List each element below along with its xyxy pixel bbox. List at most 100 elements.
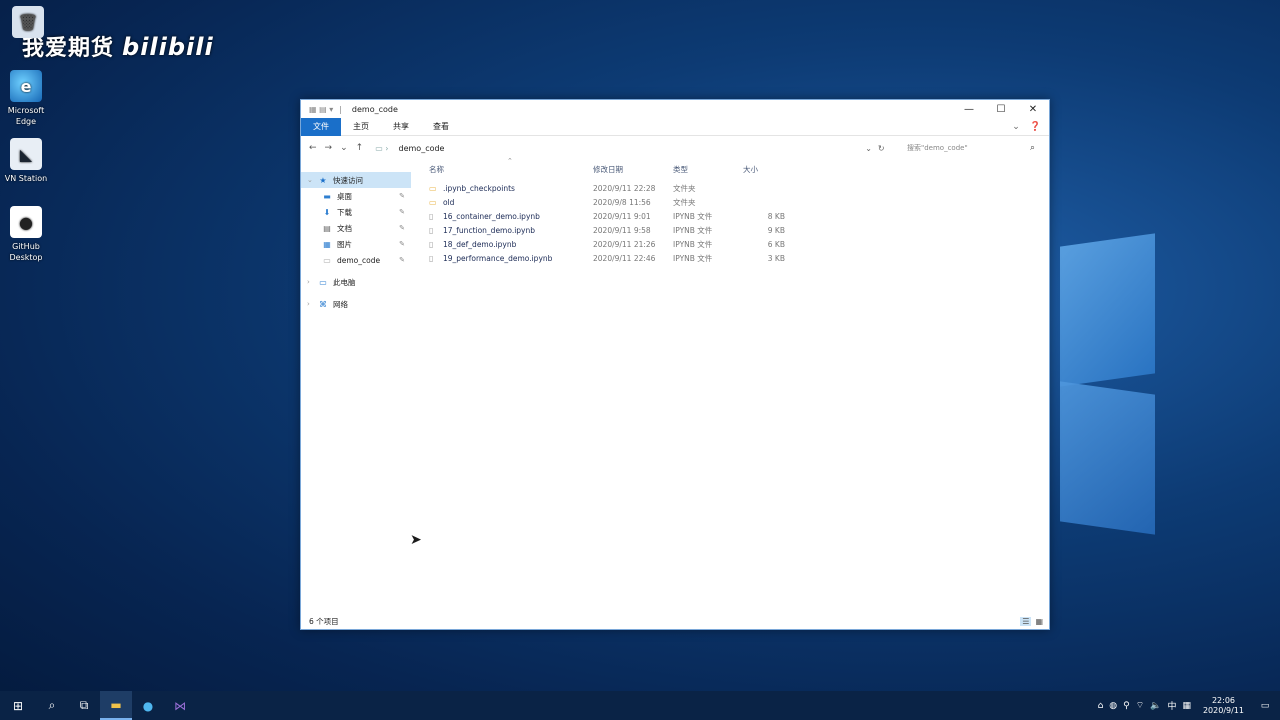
- edge-icon: ●: [142, 698, 154, 713]
- tab-view[interactable]: 查看: [421, 118, 461, 136]
- help-icon[interactable]: ❓: [1030, 122, 1041, 132]
- notifications-icon[interactable]: ▭: [1256, 701, 1274, 711]
- quick-access-toolbar-icon[interactable]: ▦ ▤ ▾: [309, 105, 333, 114]
- separator-icon: |: [339, 104, 342, 114]
- taskbar-clock[interactable]: 22:06 2020/9/11: [1203, 696, 1244, 716]
- task-view-button[interactable]: ⧉: [68, 691, 100, 720]
- pin-icon: ✎: [399, 192, 405, 200]
- chevron-down-icon[interactable]: ⌄: [307, 176, 317, 184]
- window-title: demo_code: [351, 104, 398, 114]
- expand-ribbon-icon[interactable]: ⌄: [1012, 122, 1020, 132]
- file-size: 8 KB: [767, 211, 785, 221]
- taskbar-file-explorer[interactable]: ▬: [100, 691, 132, 720]
- clock-time: 22:06: [1211, 695, 1236, 705]
- chevron-right-icon[interactable]: ›: [307, 278, 317, 286]
- taskbar: ⊞ ⌕ ⧉ ▬ ● ⋈ ⌂ ◍ ⚲ ⌔ 🔈 中 ▦ 22:06 2020/9/1…: [0, 691, 1280, 720]
- tray-keyboard-icon[interactable]: ▦: [1182, 701, 1191, 711]
- column-header-size[interactable]: 大小: [743, 164, 803, 175]
- sidebar-item-label: 快速访问: [333, 175, 363, 185]
- file-date: 2020/9/11 22:46: [593, 253, 656, 263]
- recent-locations-chevron-icon[interactable]: ⌄: [340, 143, 348, 153]
- file-size: 3 KB: [767, 253, 785, 263]
- sidebar-item-quick-access[interactable]: ⌄ ★ 快速访问: [301, 172, 411, 188]
- table-row[interactable]: ▯ 17_function_demo.ipynb 2020/9/11 9:58 I…: [419, 223, 1049, 237]
- taskbar-visual-studio[interactable]: ⋈: [164, 691, 196, 720]
- table-row[interactable]: ▯ 19_performance_demo.ipynb 2020/9/11 22:…: [419, 251, 1049, 265]
- folder-icon: ▬: [110, 697, 122, 712]
- file-name: 16_container_demo.ipynb: [443, 211, 540, 221]
- file-date: 2020/9/8 11:56: [593, 197, 651, 207]
- download-folder-icon: ⬇: [323, 207, 331, 217]
- tab-share[interactable]: 共享: [381, 118, 421, 136]
- table-row[interactable]: ▯ 18_def_demo.ipynb 2020/9/11 21:26 IPYNB…: [419, 237, 1049, 251]
- tray-volume-icon[interactable]: 🔈: [1150, 701, 1161, 711]
- large-icons-view-icon[interactable]: ▦: [1035, 617, 1043, 626]
- tab-home[interactable]: 主页: [341, 118, 381, 136]
- computer-icon: ▭: [319, 277, 327, 287]
- sidebar-item-downloads[interactable]: ⬇ 下载 ✎: [301, 204, 411, 220]
- refresh-icon[interactable]: ↻: [878, 144, 885, 153]
- sidebar-item-label: 图片: [337, 239, 352, 249]
- search-input[interactable]: 搜索"demo_code" ⌕: [901, 140, 1041, 156]
- tray-app-icon[interactable]: ◍: [1109, 701, 1117, 711]
- sidebar-item-label: demo_code: [337, 255, 381, 265]
- search-button[interactable]: ⌕: [36, 691, 68, 720]
- column-header-type[interactable]: 类型: [673, 164, 743, 175]
- file-icon: ▯: [429, 225, 434, 235]
- chevron-right-icon[interactable]: ›: [307, 300, 317, 308]
- table-row[interactable]: ▭ .ipynb_checkpoints 2020/9/11 22:28 文件夹: [419, 181, 1049, 195]
- address-dropdown-icon[interactable]: ⌄: [865, 144, 872, 153]
- visual-studio-icon: ⋈: [174, 698, 186, 713]
- file-type: 文件夹: [673, 183, 696, 193]
- file-type: IPYNB 文件: [673, 253, 713, 263]
- table-row[interactable]: ▭ old 2020/9/8 11:56 文件夹: [419, 195, 1049, 209]
- tab-file[interactable]: 文件: [301, 117, 341, 136]
- file-type: 文件夹: [673, 197, 696, 207]
- sidebar-item-label: 桌面: [337, 191, 352, 201]
- breadcrumb[interactable]: demo_code: [399, 144, 445, 153]
- minimize-button[interactable]: —: [953, 104, 985, 115]
- up-arrow-icon[interactable]: ↑: [356, 143, 364, 153]
- sidebar-item-this-pc[interactable]: › ▭ 此电脑: [301, 274, 411, 290]
- maximize-button[interactable]: ☐: [985, 104, 1017, 115]
- recycle-bin-icon: 🗑: [12, 6, 44, 38]
- column-header-date[interactable]: 修改日期: [593, 164, 673, 175]
- folder-icon: ▭: [323, 255, 331, 265]
- desktop-icon-vn-station[interactable]: ◣ VN Station: [0, 138, 54, 184]
- column-header-name[interactable]: 名称: [419, 164, 593, 175]
- status-bar: 6 个项目 ☰ ▦: [301, 613, 1049, 629]
- back-arrow-icon[interactable]: ←: [309, 143, 317, 153]
- forward-arrow-icon[interactable]: →: [325, 143, 333, 153]
- sidebar-item-documents[interactable]: ▤ 文档 ✎: [301, 220, 411, 236]
- sidebar-item-network[interactable]: › ⌘ 网络: [301, 296, 411, 312]
- desktop-icon-recycle-bin[interactable]: 🗑: [0, 6, 56, 41]
- system-tray: ⌂ ◍ ⚲ ⌔ 🔈 中 ▦ 22:06 2020/9/11 ▭: [1098, 696, 1280, 716]
- tray-network-icon[interactable]: ⌂: [1098, 701, 1104, 711]
- ribbon-tabs: 文件 主页 共享 查看 ⌄ ❓: [301, 117, 1049, 136]
- title-bar[interactable]: ▦ ▤ ▾ | demo_code — ☐ ✕: [301, 100, 1049, 118]
- sidebar-item-pictures[interactable]: ▦ 图片 ✎: [301, 236, 411, 252]
- taskbar-edge[interactable]: ●: [132, 691, 164, 720]
- folder-breadcrumb-icon: ▭ ›: [375, 143, 389, 153]
- file-list-header: ⌃ 名称 修改日期 类型 大小: [419, 157, 1049, 178]
- search-icon[interactable]: ⌕: [1030, 143, 1035, 153]
- address-input[interactable]: ▭ › demo_code: [371, 140, 851, 156]
- sidebar-item-desktop[interactable]: ▬ 桌面 ✎: [301, 188, 411, 204]
- folder-icon: ▭: [429, 183, 437, 193]
- address-bar-row: ← → ⌄ ↑ ▭ › demo_code ⌄ ↻ 搜索"demo_code" …: [301, 136, 1049, 160]
- file-icon: ▯: [429, 253, 434, 263]
- tray-usb-icon[interactable]: ⚲: [1123, 701, 1130, 711]
- file-date: 2020/9/11 9:58: [593, 225, 651, 235]
- start-button[interactable]: ⊞: [0, 691, 36, 720]
- desktop-icon-edge[interactable]: e Microsoft Edge: [0, 70, 54, 127]
- file-date: 2020/9/11 21:26: [593, 239, 656, 249]
- sidebar-item-demo-code[interactable]: ▭ demo_code ✎: [301, 252, 411, 268]
- pin-icon: ✎: [399, 240, 405, 248]
- tray-wifi-icon[interactable]: ⌔: [1136, 700, 1144, 711]
- details-view-icon[interactable]: ☰: [1020, 616, 1032, 626]
- input-method-indicator[interactable]: 中: [1167, 699, 1176, 712]
- desktop-icon-github-desktop[interactable]: ● GitHub Desktop: [0, 206, 54, 263]
- file-name: 19_performance_demo.ipynb: [443, 253, 553, 263]
- close-button[interactable]: ✕: [1017, 104, 1049, 115]
- table-row[interactable]: ▯ 16_container_demo.ipynb 2020/9/11 9:01 …: [419, 209, 1049, 223]
